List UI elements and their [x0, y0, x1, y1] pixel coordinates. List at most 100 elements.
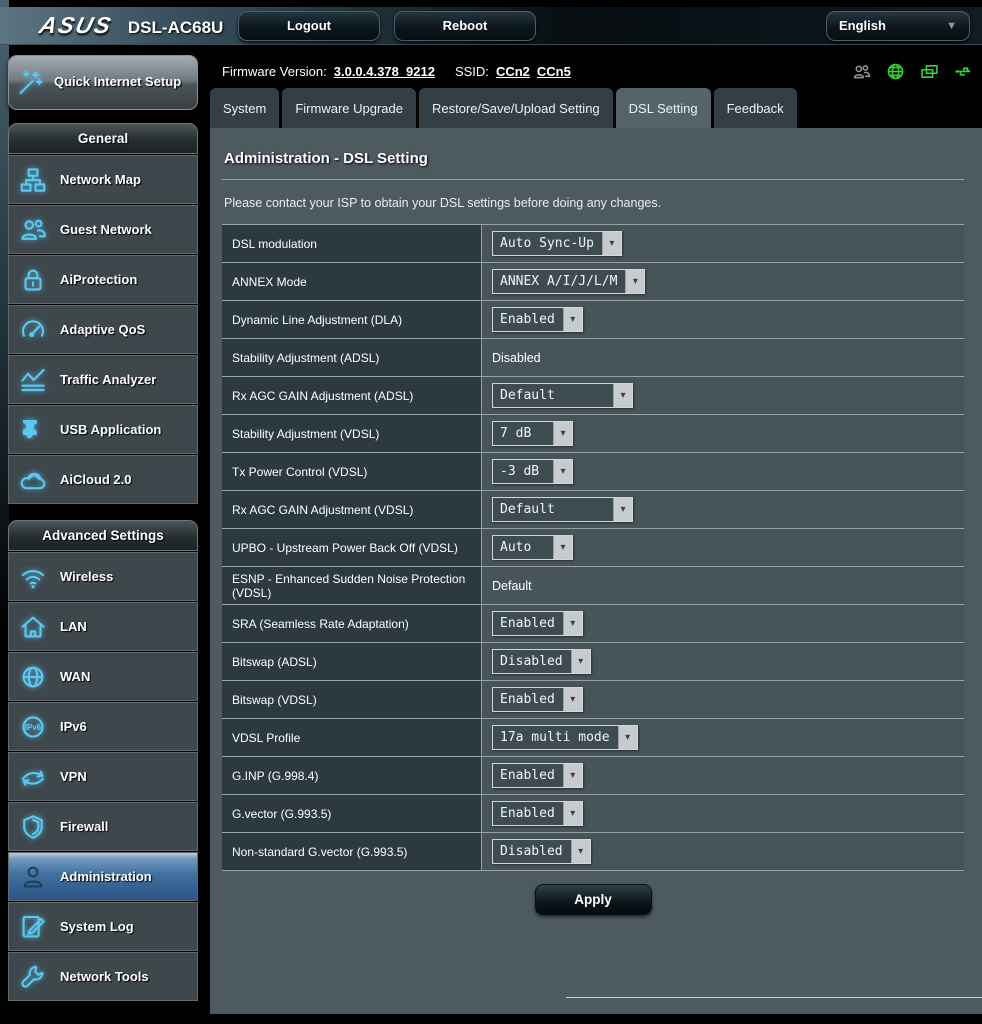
rx-agc-gain-adjustment-adsl-select[interactable]: Default ▾ [492, 383, 633, 408]
sidebar-item-traffic-analyzer[interactable]: Traffic Analyzer [8, 355, 198, 404]
table-row: Bitswap (VDSL) Enabled ▾ [222, 681, 964, 719]
stability-adjustment-adsl-value: Disabled [492, 350, 541, 365]
section-header-general: General [8, 123, 198, 154]
dynamic-line-adjustment-dla-label: Dynamic Line Adjustment (DLA) [222, 301, 482, 338]
tab-dsl-setting[interactable]: DSL Setting [615, 88, 711, 128]
devices-icon[interactable] [919, 61, 940, 82]
sidebar-item-wireless[interactable]: Wireless [8, 552, 198, 601]
select-value: Disabled [500, 844, 563, 859]
esnp-enhanced-sudden-noise-protection-vdsl-label: ESNP - Enhanced Sudden Noise Protection … [222, 567, 482, 604]
internet-globe-icon[interactable] [885, 61, 906, 82]
sidebar-item-firewall[interactable]: Firewall [8, 802, 198, 851]
bitswap-adsl-select[interactable]: Disabled ▾ [492, 649, 591, 674]
apply-button[interactable]: Apply [534, 884, 652, 915]
g-vector-g-993-5-select[interactable]: Enabled ▾ [492, 801, 583, 826]
wrench-icon [18, 962, 48, 992]
table-row: Rx AGC GAIN Adjustment (VDSL) Default ▾ [222, 491, 964, 529]
sidebar-item-label: Firewall [60, 819, 109, 834]
chevron-down-icon: ▾ [570, 650, 590, 673]
table-cell-value: Enabled ▾ [482, 301, 964, 338]
non-standard-g-vector-g-993-5-select[interactable]: Disabled ▾ [492, 839, 591, 864]
rx-agc-gain-adjustment-vdsl-select[interactable]: Default ▾ [492, 497, 633, 522]
table-cell-value: Enabled ▾ [482, 681, 964, 718]
sidebar-item-adaptive-qos[interactable]: Adaptive QoS [8, 305, 198, 354]
annex-mode-select[interactable]: ANNEX A/I/J/L/M ▾ [492, 269, 646, 294]
chevron-down-icon: ▾ [553, 422, 572, 445]
puzzle-icon [18, 415, 48, 445]
chevron-down-icon: ▾ [553, 460, 572, 483]
status-icons [851, 61, 974, 82]
status-bar: Firmware Version: 3.0.0.4.378_9212 SSID:… [210, 55, 982, 88]
quick-internet-setup-button[interactable]: Quick Internet Setup [8, 55, 198, 110]
annex-mode-label: ANNEX Mode [222, 263, 482, 300]
sidebar-item-ipv6[interactable]: IPv6 IPv6 [8, 702, 198, 751]
sidebar-item-label: VPN [60, 769, 87, 784]
select-value: Enabled [500, 692, 555, 707]
sidebar-item-network-tools[interactable]: Network Tools [8, 952, 198, 1001]
upbo-upstream-power-back-off-vdsl-select[interactable]: Auto ▾ [492, 535, 573, 560]
sidebar-item-aicloud-2-0[interactable]: AiCloud 2.0 [8, 455, 198, 504]
sidebar-item-label: Adaptive QoS [60, 322, 146, 337]
sra-seamless-rate-adaptation-select[interactable]: Enabled ▾ [492, 611, 583, 636]
dsl-modulation-select[interactable]: Auto Sync-Up ▾ [492, 231, 622, 256]
g-vector-g-993-5-label: G.vector (G.993.5) [222, 795, 482, 832]
dynamic-line-adjustment-dla-select[interactable]: Enabled ▾ [492, 307, 583, 332]
select-value: Default [500, 502, 555, 517]
sidebar-item-system-log[interactable]: System Log [8, 902, 198, 951]
bitswap-vdsl-select[interactable]: Enabled ▾ [492, 687, 583, 712]
stability-adjustment-vdsl-select[interactable]: 7 dB ▾ [492, 421, 573, 446]
table-row: ESNP - Enhanced Sudden Noise Protection … [222, 567, 964, 605]
table-row: Dynamic Line Adjustment (DLA) Enabled ▾ [222, 301, 964, 339]
language-dropdown[interactable]: English ▼ [826, 10, 970, 41]
vdsl-profile-select[interactable]: 17a multi mode ▾ [492, 725, 638, 750]
clients-icon[interactable] [851, 61, 872, 82]
ssid-link-2[interactable]: CCn5 [537, 64, 571, 79]
g-inp-g-998-4-select[interactable]: Enabled ▾ [492, 763, 583, 788]
sidebar-item-aiprotection[interactable]: AiProtection [8, 255, 198, 304]
quick-internet-setup-label: Quick Internet Setup [54, 74, 182, 90]
usb-icon[interactable] [953, 61, 974, 82]
table-cell-value: 7 dB ▾ [482, 415, 964, 452]
sidebar-item-wan[interactable]: WAN [8, 652, 198, 701]
tx-power-control-vdsl-select[interactable]: -3 dB ▾ [492, 459, 573, 484]
ssid-link-1[interactable]: CCn2 [496, 64, 530, 79]
tab-firmware-upgrade[interactable]: Firmware Upgrade [282, 88, 416, 128]
wifi-icon [18, 562, 48, 592]
sidebar-section-advanced-settings: Advanced Settings Wireless LAN WAN IPv6 IPv6 V… [8, 520, 198, 1001]
tab-feedback[interactable]: Feedback [713, 88, 797, 128]
sidebar-item-usb-application[interactable]: USB Application [8, 405, 198, 454]
sidebar-item-vpn[interactable]: VPN [8, 752, 198, 801]
sra-seamless-rate-adaptation-label: SRA (Seamless Rate Adaptation) [222, 605, 482, 642]
table-cell-value: 17a multi mode ▾ [482, 719, 964, 756]
firmware-version-link[interactable]: 3.0.0.4.378_9212 [334, 64, 435, 79]
tx-power-control-vdsl-label: Tx Power Control (VDSL) [222, 453, 482, 490]
table-row: Stability Adjustment (ADSL) Disabled [222, 339, 964, 377]
reboot-button[interactable]: Reboot [394, 10, 536, 41]
sidebar-item-label: Network Map [60, 172, 141, 187]
chevron-down-icon: ▾ [625, 270, 645, 293]
table-cell-value: Auto Sync-Up ▾ [482, 225, 964, 262]
sidebar-item-network-map[interactable]: Network Map [8, 155, 198, 204]
table-row: G.INP (G.998.4) Enabled ▾ [222, 757, 964, 795]
select-value: Enabled [500, 616, 555, 631]
settings-table: DSL modulation Auto Sync-Up ▾ ANNEX Mode ANN… [222, 224, 964, 871]
tab-system[interactable]: System [210, 88, 280, 128]
footer-divider [566, 997, 982, 998]
stability-adjustment-vdsl-label: Stability Adjustment (VDSL) [222, 415, 482, 452]
logout-button[interactable]: Logout [238, 10, 380, 41]
chevron-down-icon: ▾ [617, 726, 637, 749]
guest-network-icon [18, 215, 48, 245]
sidebar-item-label: AiProtection [60, 272, 138, 287]
tab-restore-save-upload-setting[interactable]: Restore/Save/Upload Setting [419, 88, 613, 128]
table-row: ANNEX Mode ANNEX A/I/J/L/M ▾ [222, 263, 964, 301]
house-icon [18, 612, 48, 642]
content-panel: Administration - DSL Setting Please cont… [210, 128, 982, 1014]
table-row: G.vector (G.993.5) Enabled ▾ [222, 795, 964, 833]
chevron-down-icon: ▾ [613, 498, 632, 521]
table-cell-value: Default ▾ [482, 377, 964, 414]
chevron-down-icon: ▾ [570, 840, 590, 863]
sidebar-item-lan[interactable]: LAN [8, 602, 198, 651]
sidebar-item-administration[interactable]: Administration [8, 852, 198, 901]
sidebar-item-guest-network[interactable]: Guest Network [8, 205, 198, 254]
log-icon [18, 912, 48, 942]
